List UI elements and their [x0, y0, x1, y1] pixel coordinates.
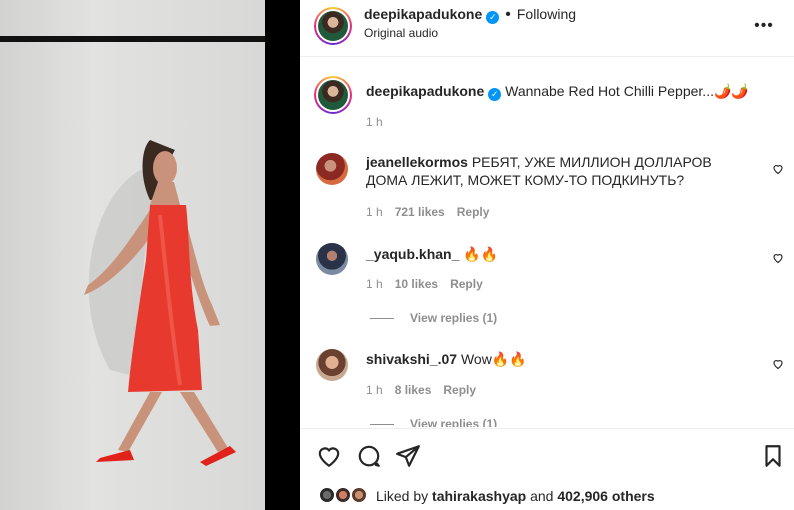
comment: shivakshi_.07 Wow🔥🔥: [366, 350, 746, 368]
post-header: deepikapadukone ✓ • Following Original audi…: [300, 0, 794, 57]
comment: jeanellekormos РЕБЯТ, УЖЕ МИЛЛИОН ДОЛЛАР…: [366, 153, 746, 189]
comment-likes[interactable]: 721 likes: [395, 205, 445, 219]
post-actions-bar: [300, 428, 794, 480]
more-options-icon[interactable]: •••: [752, 14, 776, 38]
comment-avatar[interactable]: [316, 153, 348, 185]
woman-walking-illustration: [84, 140, 236, 466]
comment-time[interactable]: 1 h: [366, 383, 383, 397]
comment-time[interactable]: 1 h: [366, 205, 383, 219]
view-replies-button[interactable]: View replies (1): [370, 311, 497, 325]
replies-line: [370, 318, 394, 320]
comment-meta: 1 h 8 likes Reply: [366, 383, 476, 397]
post-details-panel: deepikapadukone ✓ • Following Original audi…: [300, 0, 794, 510]
caption-author-avatar[interactable]: [314, 76, 352, 114]
view-replies-button[interactable]: View replies (1): [370, 417, 497, 427]
following-button[interactable]: Following: [517, 6, 576, 22]
heart-icon[interactable]: [316, 443, 342, 469]
comment-time[interactable]: 1 h: [366, 277, 383, 291]
liked-by-prefix: Liked by: [376, 488, 433, 504]
caption-username[interactable]: deepikapadukone: [366, 83, 484, 99]
heart-icon[interactable]: [772, 163, 784, 175]
verified-badge-icon: ✓: [486, 11, 500, 24]
separator-dot: •: [505, 6, 511, 23]
liked-by-middle: and: [526, 488, 558, 504]
reply-button[interactable]: Reply: [457, 205, 490, 219]
comment-text: Wow🔥🔥: [460, 351, 527, 367]
comment-username[interactable]: _yaqub.khan_: [366, 246, 459, 262]
liked-by-user[interactable]: tahirakashyap: [432, 488, 526, 504]
reply-button[interactable]: Reply: [450, 277, 483, 291]
comment-likes[interactable]: 10 likes: [395, 277, 438, 291]
replies-line: [370, 424, 394, 426]
bookmark-icon[interactable]: [760, 443, 786, 469]
liked-by-count[interactable]: 402,906 others: [557, 488, 654, 504]
media-divider: [265, 0, 300, 510]
comment-meta: 1 h 721 likes Reply: [366, 205, 489, 219]
heart-icon[interactable]: [772, 358, 784, 370]
liker-avatar[interactable]: [350, 486, 368, 504]
author-avatar[interactable]: [314, 7, 352, 45]
audio-label[interactable]: Original audio: [364, 26, 438, 40]
caption-time[interactable]: 1 h: [366, 115, 383, 129]
comment: _yaqub.khan_ 🔥🔥: [366, 245, 746, 263]
comment-text: 🔥🔥: [463, 246, 499, 262]
liked-by-text: Liked by tahirakashyap and 402,906 other…: [376, 488, 655, 504]
post-media[interactable]: [0, 0, 265, 510]
comment-meta: 1 h 10 likes Reply: [366, 277, 483, 291]
view-replies-label: View replies (1): [410, 417, 498, 427]
comment-username[interactable]: jeanellekormos: [366, 154, 468, 170]
comment-likes[interactable]: 8 likes: [395, 383, 432, 397]
comment-avatar[interactable]: [316, 349, 348, 381]
comment-icon[interactable]: [356, 443, 382, 469]
verified-badge-icon: ✓: [488, 88, 502, 101]
comment-username[interactable]: shivakshi_.07: [366, 351, 457, 367]
heart-icon[interactable]: [772, 252, 784, 264]
reply-button[interactable]: Reply: [443, 383, 476, 397]
share-icon[interactable]: [395, 443, 421, 469]
author-username[interactable]: deepikapadukone: [364, 6, 482, 22]
caption-text: Wannabe Red Hot Chilli Pepper...🌶️🌶️: [505, 83, 749, 99]
caption: deepikapadukone ✓ Wannabe Red Hot Chilli …: [366, 82, 776, 101]
likes-summary: Liked by tahirakashyap and 402,906 other…: [300, 480, 794, 510]
comment-avatar[interactable]: [316, 243, 348, 275]
view-replies-label: View replies (1): [410, 311, 498, 325]
